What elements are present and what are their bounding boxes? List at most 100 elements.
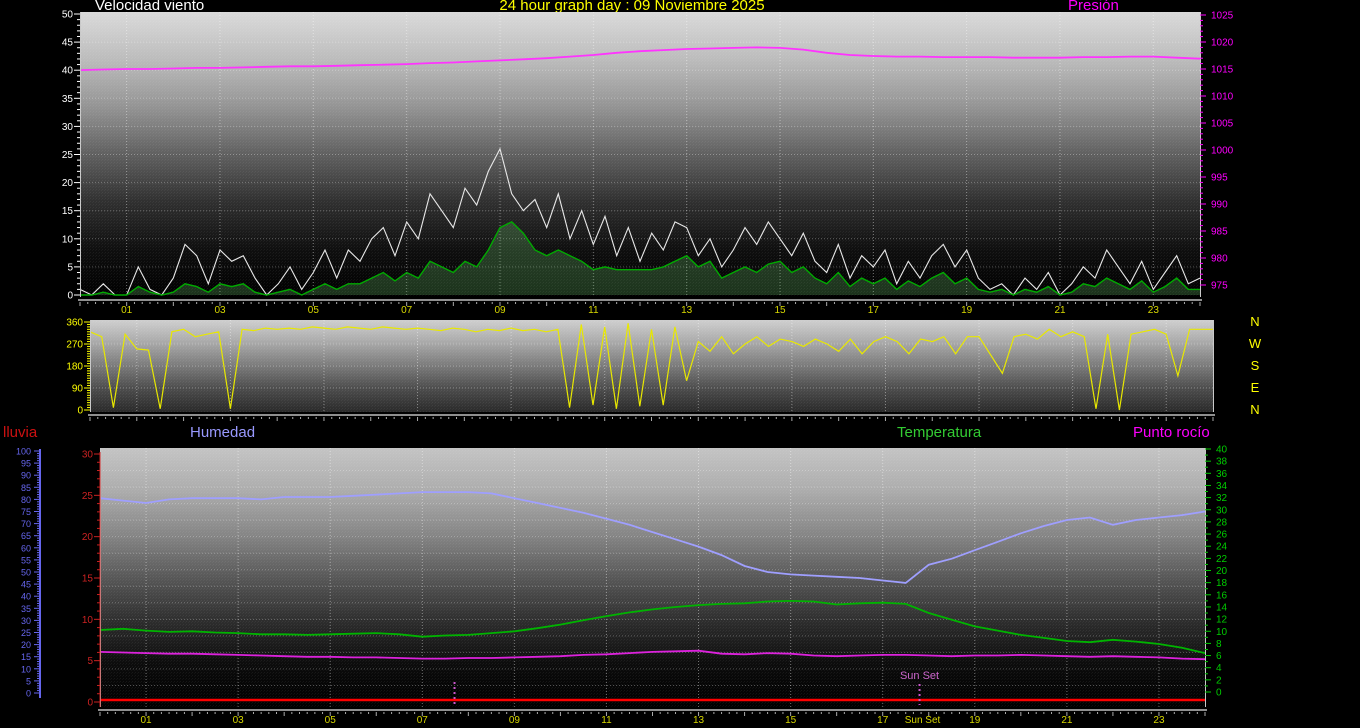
axis-tick-label: 90	[21, 471, 31, 481]
axis-tick-label: 4	[1216, 663, 1222, 674]
axis-tick-label: 30	[82, 450, 94, 461]
axis-tick-label: 270	[66, 340, 83, 351]
axis-tick-label: 20	[62, 178, 74, 189]
x-axis-label: 07	[401, 305, 413, 316]
axis-tick-label: 180	[66, 362, 83, 373]
axis-tick-label: 100	[16, 447, 31, 457]
sunset-axis-label: Sun Set	[905, 715, 941, 726]
axis-tick-label: 45	[21, 580, 31, 590]
axis-tick-label: 40	[62, 66, 74, 77]
x-axis-label: 09	[494, 305, 506, 316]
axis-tick-label: 14	[1216, 602, 1228, 613]
axis-tick-label: 20	[21, 640, 31, 650]
axis-tick-label: 975	[1211, 281, 1228, 292]
axis-tick-label: 1005	[1211, 119, 1234, 130]
wind-direction-chart: 360270180900NWSEN	[66, 314, 1262, 421]
axis-tick-label: 1000	[1211, 146, 1234, 157]
legend-humidity: Humedad	[190, 424, 255, 441]
compass-letter: E	[1251, 380, 1260, 395]
legend-temperature: Temperatura	[897, 424, 981, 441]
axis-tick-label: 15	[21, 652, 31, 662]
x-axis-label: 21	[1061, 715, 1073, 726]
x-axis-label: 17	[877, 715, 889, 726]
axis-tick-label: 45	[62, 38, 74, 49]
axis-tick-label: 980	[1211, 254, 1228, 265]
axis-tick-label: 25	[82, 491, 94, 502]
axis-tick-label: 12	[1216, 615, 1228, 626]
axis-tick-label: 38	[1216, 457, 1228, 468]
axis-tick-label: 1010	[1211, 92, 1234, 103]
axis-tick-label: 25	[62, 150, 74, 161]
axis-tick-label: 65	[21, 531, 31, 541]
x-axis-label: 15	[785, 715, 797, 726]
wind-pressure-chart: 5045403530252015105010251020101510101005…	[62, 10, 1234, 317]
x-axis-label: 05	[308, 305, 320, 316]
axis-tick-label: 0	[26, 689, 31, 699]
axis-tick-label: 0	[1216, 688, 1222, 699]
charts-canvas: 5045403530252015105010251020101510101005…	[0, 0, 1360, 728]
axis-tick-label: 30	[62, 122, 74, 133]
axis-tick-label: 70	[21, 519, 31, 529]
x-axis-bar	[78, 299, 1202, 301]
axis-tick-label: 0	[77, 406, 83, 417]
axis-tick-label: 95	[21, 459, 31, 469]
axis-tick-label: 35	[21, 604, 31, 614]
compass-letter: S	[1251, 358, 1260, 373]
axis-tick-label: 30	[1216, 505, 1228, 516]
x-axis-label: 05	[325, 715, 337, 726]
axis-tick-label: 26	[1216, 530, 1228, 541]
x-axis-label: 13	[681, 305, 693, 316]
axis-tick-label: 15	[62, 206, 74, 217]
x-axis-label: 11	[601, 715, 612, 726]
temp-humidity-chart: 1009590858075706560555045403530252015105…	[16, 445, 1228, 727]
axis-tick-label: 24	[1216, 542, 1228, 553]
axis-tick-label: 40	[1216, 445, 1228, 456]
axis-tick-label: 20	[1216, 566, 1228, 577]
axis-tick-label: 10	[62, 234, 74, 245]
axis-tick-label: 10	[1216, 627, 1228, 638]
x-axis-label: 03	[214, 305, 226, 316]
axis-tick-label: 0	[67, 291, 73, 302]
axis-tick-label: 0	[87, 698, 93, 709]
axis-tick-label: 28	[1216, 517, 1228, 528]
weather-24h-graph-page: Velocidad viento 24 hour graph day : 09 …	[0, 0, 1360, 728]
axis-tick-label: 360	[66, 318, 83, 329]
axis-tick-label: 5	[87, 656, 93, 667]
axis-tick-label: 25	[21, 628, 31, 638]
x-axis-label: 19	[961, 305, 973, 316]
x-axis-bar	[88, 414, 1215, 416]
axis-tick-label: 985	[1211, 227, 1228, 238]
axis-tick-label: 40	[21, 592, 31, 602]
axis-tick-label: 10	[21, 664, 31, 674]
axis-tick-label: 1020	[1211, 38, 1234, 49]
axis-tick-label: 5	[26, 676, 31, 686]
axis-tick-label: 30	[21, 616, 31, 626]
axis-tick-label: 6	[1216, 651, 1222, 662]
x-axis-bar	[98, 709, 1207, 711]
x-axis-label: 07	[417, 715, 429, 726]
axis-tick-label: 15	[82, 574, 94, 585]
axis-tick-label: 80	[21, 495, 31, 505]
x-axis-label: 23	[1148, 305, 1160, 316]
x-axis-label: 01	[121, 305, 133, 316]
sunset-plot-label: Sun Set	[900, 670, 939, 682]
compass-letter: W	[1249, 336, 1262, 351]
x-axis-label: 19	[969, 715, 981, 726]
axis-tick-label: 50	[21, 568, 31, 578]
compass-letter: N	[1250, 314, 1259, 329]
axis-tick-label: 34	[1216, 481, 1228, 492]
axis-tick-label: 55	[21, 555, 31, 565]
x-axis-label: 23	[1153, 715, 1165, 726]
x-axis-label: 09	[509, 715, 521, 726]
axis-tick-label: 75	[21, 507, 31, 517]
compass-letter: N	[1250, 402, 1259, 417]
legend-dewpoint: Punto rocío	[1133, 424, 1210, 441]
x-axis-label: 01	[140, 715, 152, 726]
x-axis-label: 15	[774, 305, 786, 316]
axis-tick-label: 2	[1216, 675, 1222, 686]
axis-tick-label: 22	[1216, 554, 1228, 565]
axis-tick-label: 90	[72, 384, 84, 395]
x-axis-label: 21	[1054, 305, 1066, 316]
axis-tick-label: 995	[1211, 173, 1228, 184]
axis-tick-label: 85	[21, 483, 31, 493]
